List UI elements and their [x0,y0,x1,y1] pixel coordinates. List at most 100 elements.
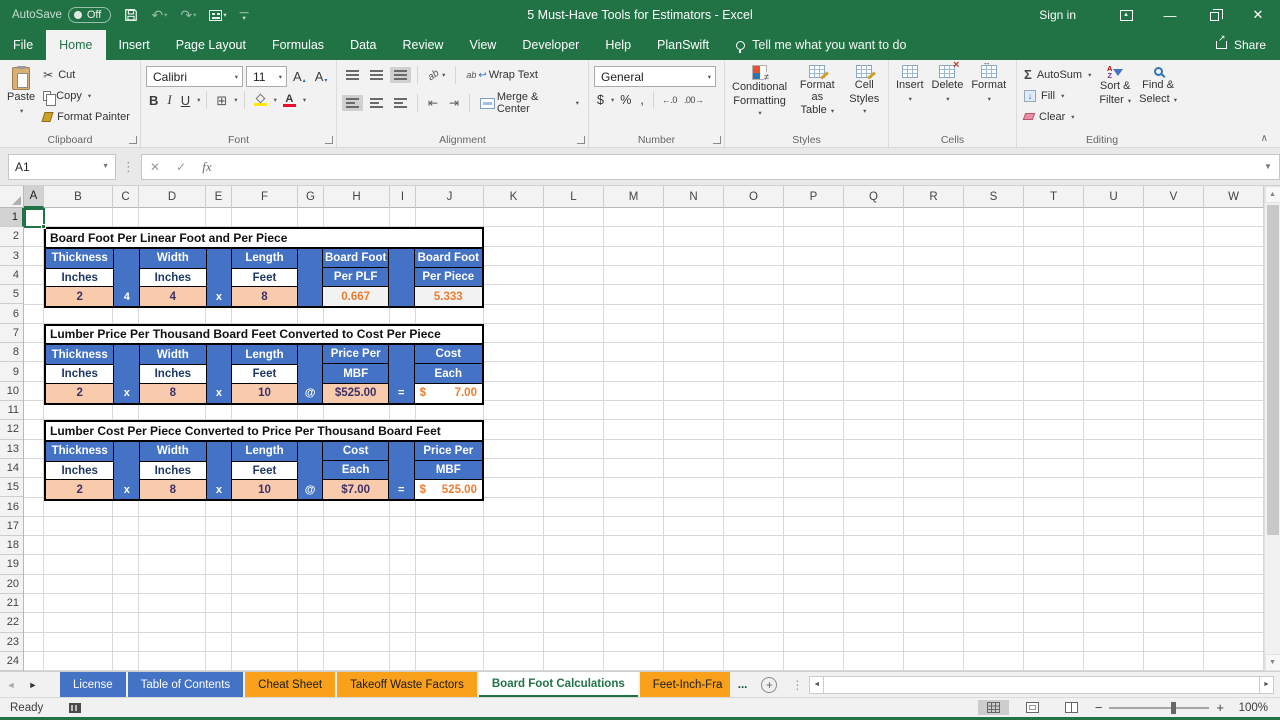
cut-button[interactable]: ✂ Cut [39,64,134,85]
cell-F15[interactable]: 10 [232,480,297,500]
autosave-pill[interactable]: Off [67,7,112,23]
selected-cell-A1[interactable] [24,208,46,230]
clear-button[interactable]: Clear ▾ [1020,106,1095,127]
horizontal-scroll-track[interactable] [824,675,1259,694]
cell-F13[interactable]: Length [232,441,297,461]
cell-I10[interactable]: = [389,384,414,403]
accounting-format-dropdown[interactable]: ▾ [611,96,614,104]
sheet-tab-table-of-contents[interactable]: Table of Contents [127,672,244,697]
sort-filter-button[interactable]: AZ Sort & Filter ▾ [1095,62,1135,130]
column-header-A[interactable]: A [24,186,44,208]
share-button[interactable]: Share [1215,30,1266,60]
cell-H8[interactable]: Price Per [323,345,388,365]
cell-E10[interactable]: x [207,384,232,403]
row-header-3[interactable]: 3 [0,247,23,266]
row-header-5[interactable]: 5 [0,285,23,305]
cell-D9[interactable]: Inches [140,364,206,384]
row-header-18[interactable]: 18 [0,536,23,556]
scroll-up-icon[interactable]: ▲ [1264,186,1280,203]
ribbon-tab-planswift[interactable]: PlanSwift [644,30,722,60]
cancel-icon[interactable]: ✕ [142,160,168,174]
cell-F4[interactable]: Feet [232,267,297,288]
cell-B15[interactable]: 2 [46,480,114,500]
row-header-22[interactable]: 22 [0,613,23,633]
row-header-23[interactable]: 23 [0,633,23,652]
column-header-W[interactable]: W [1204,186,1264,208]
alignment-dialog-launcher[interactable] [577,136,585,144]
cell-F10[interactable]: 10 [232,383,297,403]
decrease-indent-button[interactable]: ⇤ [424,93,442,113]
borders-button[interactable]: ⊞ [213,93,230,108]
fill-color-dropdown[interactable]: ▾ [274,96,277,104]
enter-icon[interactable]: ✓ [168,160,194,174]
zoom-in-button[interactable]: + [1216,700,1224,715]
cell-J9[interactable]: Each [414,364,482,384]
macro-record-icon[interactable] [69,702,82,713]
customize-qat-button[interactable]: — ▾ [240,7,249,21]
zoom-slider[interactable] [1109,701,1210,714]
expand-formula-bar-icon[interactable]: ▼ [1257,162,1279,171]
orientation-button[interactable]: ab ▾ [424,67,449,84]
accounting-format-button[interactable]: $ [594,93,607,107]
insert-function-icon[interactable]: fx [194,159,220,175]
column-header-V[interactable]: V [1144,186,1204,208]
cell-J3[interactable]: Board Foot [414,248,482,268]
percent-style-button[interactable]: % [617,93,634,107]
decrease-font-size-button[interactable]: A ▾ [312,68,331,85]
collapse-ribbon-button[interactable]: ∧ [1261,133,1268,144]
sign-in-button[interactable]: Sign in [1039,8,1076,22]
zoom-out-button[interactable]: − [1095,700,1103,715]
next-sheet-icon[interactable]: ► [22,672,44,697]
cell-D4[interactable]: Inches [140,267,206,288]
delete-cells-button[interactable]: × Delete ▾ [928,60,968,130]
ribbon-tab-formulas[interactable]: Formulas [259,30,337,60]
cell-styles-button[interactable]: Cell Styles ▾ [844,62,885,130]
cell-J14[interactable]: MBF [414,460,482,481]
cell-B10[interactable]: 2 [46,383,114,403]
ribbon-tab-home[interactable]: Home [46,30,106,60]
underline-button[interactable]: U [178,92,193,109]
insert-cells-button[interactable]: Insert ▾ [892,62,928,130]
column-header-F[interactable]: F [232,186,298,208]
cell-C15[interactable]: x [114,480,139,499]
row-header-24[interactable]: 24 [0,652,23,671]
name-box-dropdown-icon[interactable]: ▼ [102,163,109,170]
cell-F8[interactable]: Length [232,345,297,365]
vertical-scroll-thumb[interactable] [1266,205,1279,535]
align-right-button[interactable] [390,95,411,111]
ribbon-tab-data[interactable]: Data [337,30,389,60]
tell-me-box[interactable]: Tell me what you want to do [736,30,906,60]
cell-C5[interactable]: 4 [114,287,139,306]
cell-F3[interactable]: Length [232,248,297,268]
ribbon-tab-page-layout[interactable]: Page Layout [163,30,259,60]
touch-mouse-mode-button[interactable]: ▾ [209,9,227,21]
cell-J5[interactable]: 5.333 [414,287,482,307]
cell-E15[interactable]: x [207,480,232,499]
cell-F5[interactable]: 8 [232,287,297,307]
undo-button[interactable]: ↶ ▾ [151,7,167,24]
borders-dropdown[interactable]: ▾ [234,96,237,104]
cell-H13[interactable]: Cost [323,441,388,461]
name-box[interactable]: A1 ▼ [8,153,116,180]
cell-B3[interactable]: Thickness [46,248,114,268]
row-header-14[interactable]: 14 [0,459,23,479]
number-dialog-launcher[interactable] [713,136,721,144]
increase-indent-button[interactable]: ⇥ [445,93,463,113]
zoom-level[interactable]: 100% [1232,702,1268,714]
row-header-16[interactable]: 16 [0,497,23,517]
column-header-R[interactable]: R [904,186,964,208]
column-header-G[interactable]: G [298,186,324,208]
cell-B5[interactable]: 2 [46,287,114,307]
close-button[interactable]: ✕ [1236,0,1280,30]
row-header-12[interactable]: 12 [0,420,23,440]
format-cells-button[interactable]: ↔ Format ▾ [967,60,1010,130]
align-center-button[interactable] [366,95,387,111]
increase-decimal-button[interactable]: ←.0 [660,95,679,105]
redo-button[interactable]: ↷ ▾ [180,7,196,24]
column-header-J[interactable]: J [416,186,484,208]
autosum-button[interactable]: Σ AutoSum ▾ [1020,64,1095,85]
column-header-S[interactable]: S [964,186,1024,208]
format-painter-button[interactable]: Format Painter [39,106,134,127]
ribbon-tab-insert[interactable]: Insert [106,30,163,60]
bottom-align-button[interactable] [390,67,411,83]
